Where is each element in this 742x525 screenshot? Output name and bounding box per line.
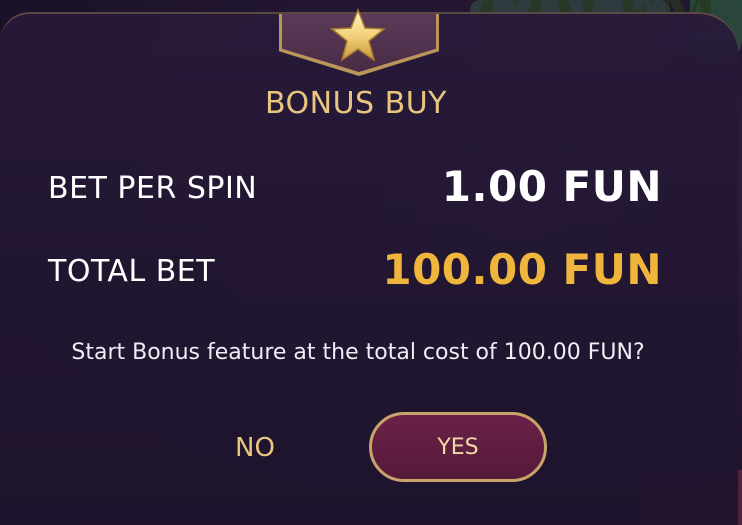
star-icon xyxy=(328,8,388,64)
dialog-title: BONUS BUY xyxy=(264,86,447,121)
game-screen: GOLEM BONUS BUY BET PER SPIN 1.00 FUN TO… xyxy=(0,0,742,525)
confirmation-question: Start Bonus feature at the total cost of… xyxy=(71,340,645,365)
no-button[interactable]: NO xyxy=(218,426,292,468)
total-bet-label: TOTAL BET xyxy=(48,254,216,289)
bet-per-spin-value: 1.00 FUN xyxy=(441,162,662,211)
bonus-buy-dialog: BONUS BUY BET PER SPIN 1.00 FUN TOTAL BE… xyxy=(0,8,738,525)
bet-per-spin-label: BET PER SPIN xyxy=(48,171,258,206)
total-bet-value: 100.00 FUN xyxy=(382,245,662,294)
yes-button[interactable]: YES xyxy=(369,412,547,482)
